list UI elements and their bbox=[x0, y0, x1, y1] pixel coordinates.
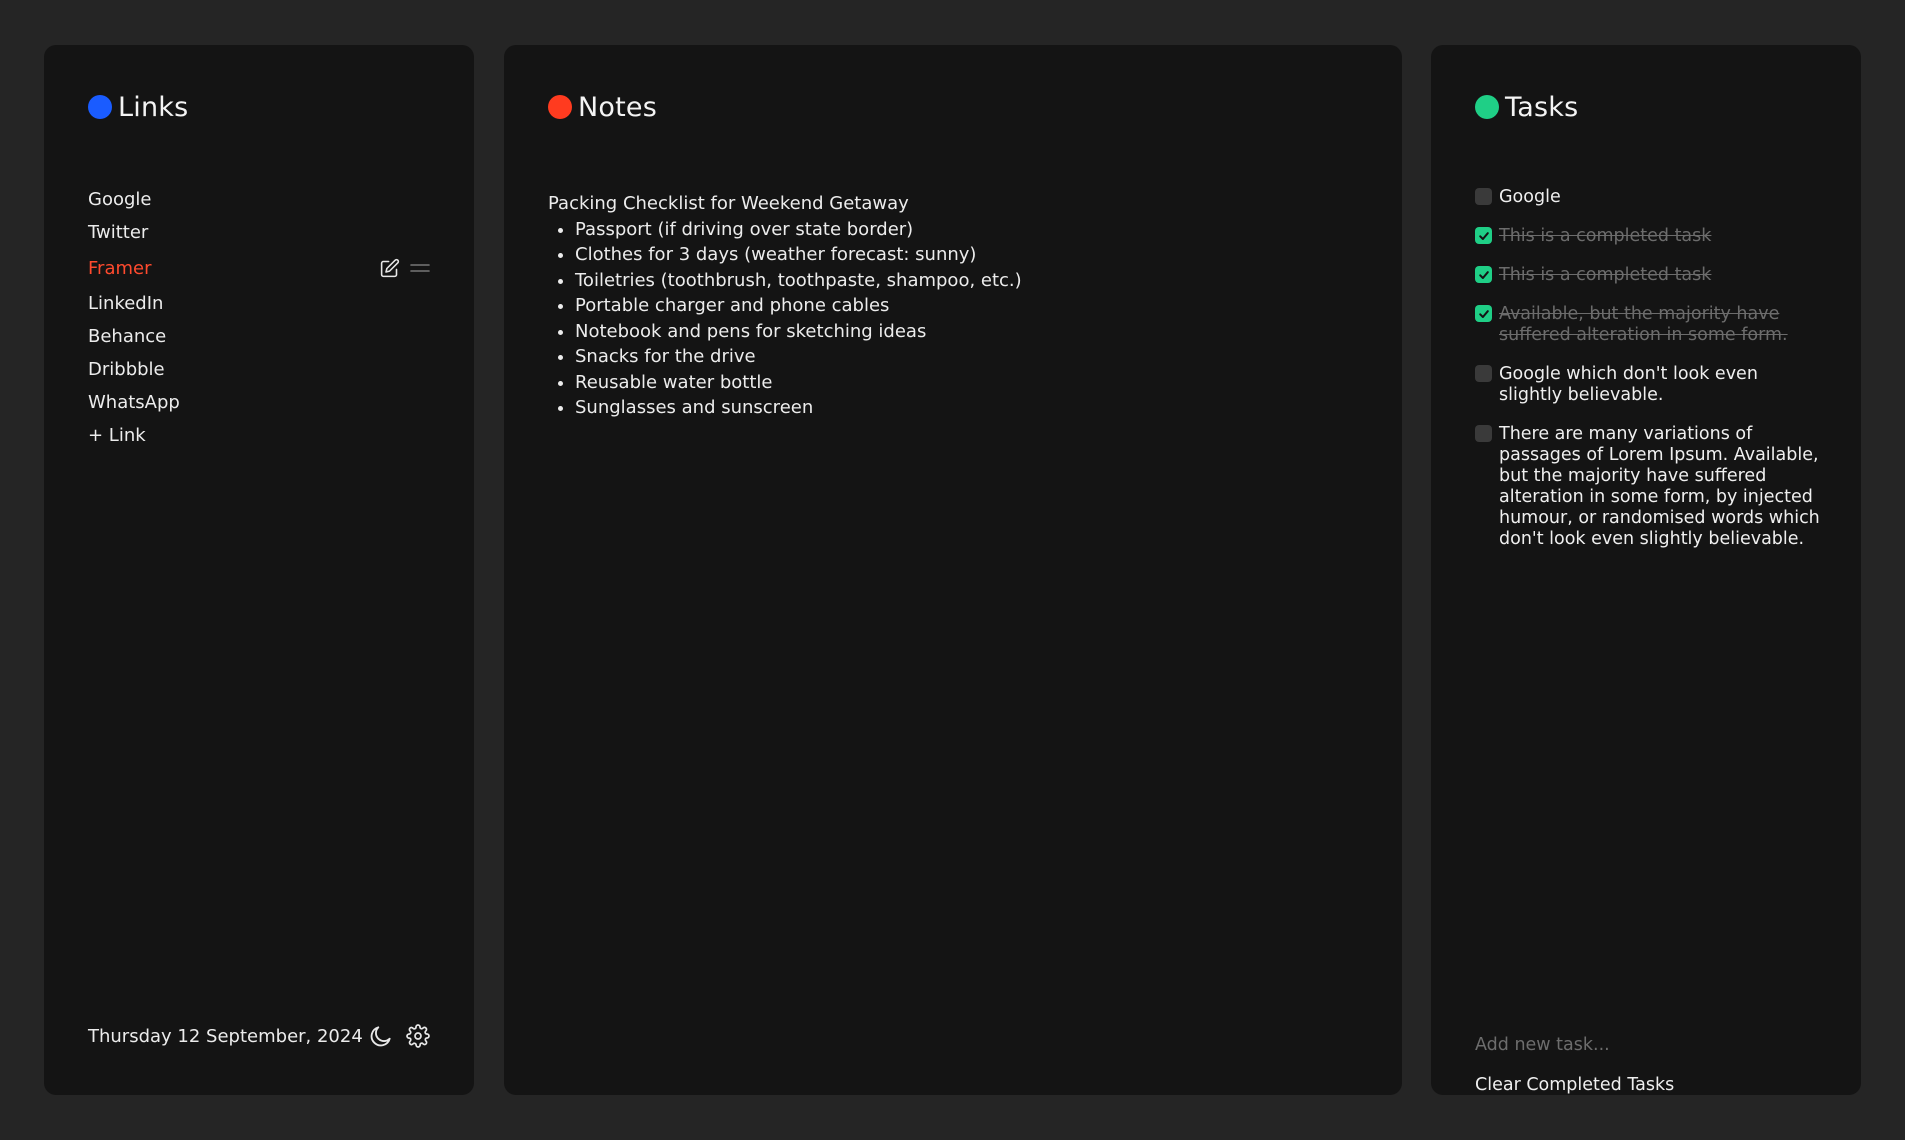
link-label: Google bbox=[88, 189, 152, 210]
link-item-whatsapp[interactable]: WhatsApp bbox=[88, 386, 430, 419]
tasks-panel: Tasks Google This is a completed task Th… bbox=[1431, 45, 1861, 1095]
task-checkbox[interactable] bbox=[1475, 425, 1492, 442]
task-item: Google bbox=[1475, 187, 1820, 208]
drag-handle-icon[interactable] bbox=[410, 261, 430, 275]
link-label: Behance bbox=[88, 326, 167, 347]
task-text: Google which don't look even slightly be… bbox=[1499, 364, 1758, 405]
link-label: Dribbble bbox=[88, 359, 165, 380]
links-header: Links bbox=[88, 85, 188, 129]
new-task-input[interactable] bbox=[1475, 1035, 1815, 1055]
link-item-twitter[interactable]: Twitter bbox=[88, 216, 430, 249]
note-list-item: Snacks for the drive bbox=[575, 344, 1348, 370]
note-list-item: Notebook and pens for sketching ideas bbox=[575, 319, 1348, 345]
footer-icons bbox=[368, 1023, 430, 1049]
links-panel: Links Google Twitter Framer LinkedIn Beh… bbox=[44, 45, 474, 1095]
task-checkbox[interactable] bbox=[1475, 188, 1492, 205]
note-list-item: Reusable water bottle bbox=[575, 370, 1348, 396]
task-checkbox[interactable] bbox=[1475, 365, 1492, 382]
tasks-title: Tasks bbox=[1505, 91, 1579, 123]
task-checkbox[interactable] bbox=[1475, 266, 1492, 283]
task-text: This is a completed task bbox=[1499, 265, 1712, 285]
task-item: This is a completed task bbox=[1475, 226, 1820, 247]
note-list: Passport (if driving over state border) … bbox=[548, 217, 1348, 421]
edit-icon[interactable] bbox=[379, 258, 400, 279]
footer-bar: Thursday 12 September, 2024 bbox=[88, 1023, 430, 1049]
link-actions bbox=[379, 258, 430, 279]
gear-icon[interactable] bbox=[406, 1024, 430, 1048]
tasks-list: Google This is a completed task This is … bbox=[1475, 187, 1820, 568]
link-label: WhatsApp bbox=[88, 392, 180, 413]
task-text: There are many variations of passages of… bbox=[1499, 424, 1820, 549]
note-list-item: Sunglasses and sunscreen bbox=[575, 395, 1348, 421]
note-list-item: Passport (if driving over state border) bbox=[575, 217, 1348, 243]
notes-editor[interactable]: Packing Checklist for Weekend Getaway Pa… bbox=[548, 191, 1348, 421]
add-link-button[interactable]: + Link bbox=[88, 419, 430, 452]
task-item: Available, but the majority have suffere… bbox=[1475, 304, 1820, 346]
notes-panel: Notes Packing Checklist for Weekend Geta… bbox=[504, 45, 1402, 1095]
clear-completed-button[interactable]: Clear Completed Tasks bbox=[1475, 1075, 1674, 1095]
task-text: Available, but the majority have suffere… bbox=[1499, 304, 1788, 345]
task-text: This is a completed task bbox=[1499, 226, 1712, 246]
link-label: Twitter bbox=[88, 222, 149, 243]
links-list: Google Twitter Framer LinkedIn Behance D… bbox=[88, 183, 430, 452]
task-item: There are many variations of passages of… bbox=[1475, 424, 1820, 550]
link-label: Framer bbox=[88, 257, 152, 279]
links-title: Links bbox=[118, 91, 189, 123]
links-accent-dot bbox=[88, 95, 112, 119]
note-heading: Packing Checklist for Weekend Getaway bbox=[548, 193, 909, 214]
notes-accent-dot bbox=[548, 95, 572, 119]
tasks-accent-dot bbox=[1475, 95, 1499, 119]
link-label: LinkedIn bbox=[88, 293, 164, 314]
current-date: Thursday 12 September, 2024 bbox=[88, 1025, 363, 1047]
link-item-framer[interactable]: Framer bbox=[88, 249, 430, 287]
task-checkbox[interactable] bbox=[1475, 227, 1492, 244]
task-item: This is a completed task bbox=[1475, 265, 1820, 286]
link-item-linkedin[interactable]: LinkedIn bbox=[88, 287, 430, 320]
tasks-header: Tasks bbox=[1475, 85, 1578, 129]
link-item-behance[interactable]: Behance bbox=[88, 320, 430, 353]
notes-title: Notes bbox=[578, 91, 657, 123]
link-item-google[interactable]: Google bbox=[88, 183, 430, 216]
note-list-item: Clothes for 3 days (weather forecast: su… bbox=[575, 242, 1348, 268]
note-list-item: Portable charger and phone cables bbox=[575, 293, 1348, 319]
note-list-item: Toiletries (toothbrush, toothpaste, sham… bbox=[575, 268, 1348, 294]
task-checkbox[interactable] bbox=[1475, 305, 1492, 322]
task-item: Google which don't look even slightly be… bbox=[1475, 364, 1820, 406]
link-item-dribbble[interactable]: Dribbble bbox=[88, 353, 430, 386]
moon-icon[interactable] bbox=[368, 1023, 394, 1049]
notes-header: Notes bbox=[548, 85, 657, 129]
task-text: Google bbox=[1499, 187, 1561, 207]
